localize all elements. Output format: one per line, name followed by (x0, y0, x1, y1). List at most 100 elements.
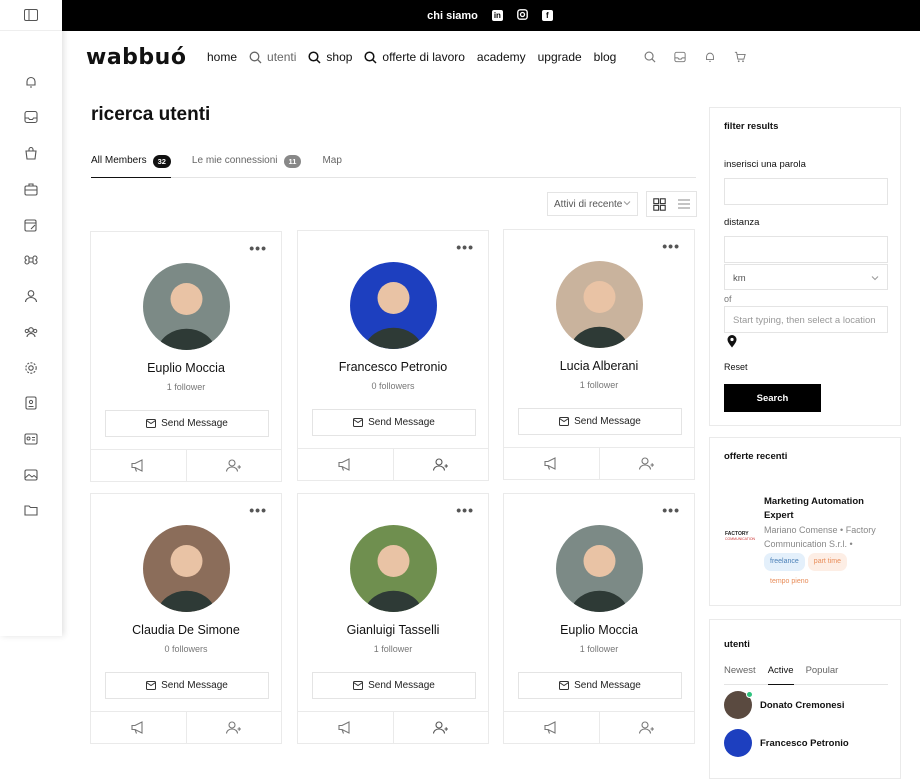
member-name[interactable]: Gianluigi Tasselli (298, 623, 488, 637)
tab-popular[interactable]: Popular (806, 665, 839, 684)
nav-offerte[interactable]: offerte di lavoro (364, 50, 465, 64)
instagram-icon[interactable] (516, 8, 528, 23)
location-pin-icon[interactable] (727, 335, 737, 348)
nav-home[interactable]: home (207, 50, 237, 64)
nav-utenti[interactable]: utenti (249, 50, 296, 64)
distance-input[interactable] (724, 236, 888, 263)
job-location: Mariano Comense (764, 525, 838, 535)
send-message-button[interactable]: Send Message (312, 672, 476, 699)
member-name[interactable]: Euplio Moccia (91, 361, 281, 375)
tab-active[interactable]: Active (767, 665, 794, 685)
more-options-icon[interactable]: ••• (662, 238, 680, 254)
nav-academy[interactable]: academy (477, 50, 526, 64)
send-message-button[interactable]: Send Message (518, 672, 682, 699)
facebook-icon[interactable]: f (541, 10, 553, 21)
connect-button[interactable] (185, 712, 282, 743)
wabbuo-logo[interactable]: wabbuó (86, 45, 186, 70)
list-icon (677, 199, 690, 209)
member-name[interactable]: Lucia Alberani (504, 359, 694, 373)
more-options-icon[interactable]: ••• (456, 239, 474, 255)
word-input[interactable] (724, 178, 888, 205)
user-icon[interactable] (24, 289, 38, 303)
connect-button[interactable] (392, 449, 489, 480)
follow-button[interactable] (91, 712, 186, 743)
tab-newest[interactable]: Newest (724, 665, 756, 684)
member-name[interactable]: Claudia De Simone (91, 623, 281, 637)
nav-blog[interactable]: blog (594, 50, 617, 64)
user-row[interactable]: Francesco Petronio (724, 729, 849, 757)
header-inbox-icon[interactable] (674, 51, 686, 63)
settings-gear-icon[interactable] (24, 361, 38, 375)
inbox-icon[interactable] (24, 110, 38, 124)
shopping-bag-icon[interactable] (24, 146, 38, 160)
search-button[interactable]: Search (724, 384, 821, 412)
avatar[interactable] (556, 261, 643, 348)
company-logo[interactable]: FACTORY COMMUNICATION (724, 526, 756, 544)
cart-icon[interactable] (734, 51, 746, 63)
nav-shop[interactable]: shop (308, 50, 352, 64)
tab-label: All Members (91, 155, 147, 166)
id-card-icon[interactable] (24, 396, 38, 410)
megaphone-icon (338, 458, 350, 471)
connect-button[interactable] (598, 448, 695, 479)
avatar[interactable] (143, 263, 230, 350)
member-name[interactable]: Francesco Petronio (298, 360, 488, 374)
member-name[interactable]: Euplio Moccia (504, 623, 694, 637)
more-options-icon[interactable]: ••• (249, 240, 267, 256)
chi-siamo-link[interactable]: chi siamo (427, 10, 478, 22)
follow-button[interactable] (298, 712, 393, 743)
tab-connections[interactable]: Le mie connessioni 11 (192, 152, 302, 177)
send-message-button[interactable]: Send Message (312, 409, 476, 436)
folder-icon[interactable] (24, 503, 38, 517)
more-options-icon[interactable]: ••• (662, 502, 680, 518)
avatar[interactable] (143, 525, 230, 612)
bell-icon[interactable] (24, 75, 38, 89)
edit-calendar-icon[interactable] (24, 218, 38, 232)
unit-select[interactable]: km (724, 264, 888, 290)
follow-button[interactable] (504, 448, 599, 479)
sort-select[interactable]: Attivi di recente (547, 192, 638, 216)
nav-upgrade[interactable]: upgrade (538, 50, 582, 64)
grid-view-button[interactable] (647, 192, 672, 216)
reset-link[interactable]: Reset (724, 362, 748, 372)
megaphone-icon (131, 459, 143, 472)
job-company: Mariano Comense • Factory Communication … (764, 523, 894, 591)
avatar[interactable] (556, 525, 643, 612)
send-message-button[interactable]: Send Message (518, 408, 682, 435)
location-input[interactable]: Start typing, then select a location (724, 306, 888, 333)
connect-button[interactable] (598, 712, 695, 743)
send-message-button[interactable]: Send Message (105, 672, 269, 699)
tab-label: Le mie connessioni (191, 155, 278, 166)
of-label: of (724, 294, 732, 304)
more-options-icon[interactable]: ••• (456, 502, 474, 518)
unit-selected: km (733, 273, 746, 284)
users-group-icon[interactable] (24, 325, 38, 339)
header-search-icon[interactable] (644, 51, 656, 63)
sidebar-toggle-icon[interactable] (24, 9, 38, 21)
more-options-icon[interactable]: ••• (249, 502, 267, 518)
connect-button[interactable] (392, 712, 489, 743)
avatar[interactable] (350, 525, 437, 612)
connect-button[interactable] (185, 450, 282, 481)
tab-map[interactable]: Map (322, 152, 341, 177)
list-view-button[interactable] (672, 192, 697, 216)
job-title[interactable]: Marketing Automation Expert (764, 495, 894, 523)
briefcase-icon[interactable] (24, 182, 38, 196)
send-message-button[interactable]: Send Message (105, 410, 269, 437)
member-card: ••• Francesco Petronio 0 followers Send … (297, 230, 489, 481)
follow-button[interactable] (298, 449, 393, 480)
linkedin-icon[interactable]: in (491, 10, 503, 21)
avatar[interactable] (350, 262, 437, 349)
follow-button[interactable] (91, 450, 186, 481)
user-row[interactable]: Donato Cremonesi (724, 691, 844, 719)
avatar-image (556, 525, 643, 612)
profile-card-icon[interactable] (24, 432, 38, 446)
command-icon[interactable] (24, 253, 38, 267)
avatar-image (556, 261, 643, 348)
tab-all-members[interactable]: All Members 32 (91, 152, 171, 178)
sidebar-toggle[interactable] (0, 0, 62, 31)
follow-button[interactable] (504, 712, 599, 743)
search-icon (308, 50, 321, 64)
header-bell-icon[interactable] (704, 51, 716, 63)
gallery-icon[interactable] (24, 468, 38, 482)
